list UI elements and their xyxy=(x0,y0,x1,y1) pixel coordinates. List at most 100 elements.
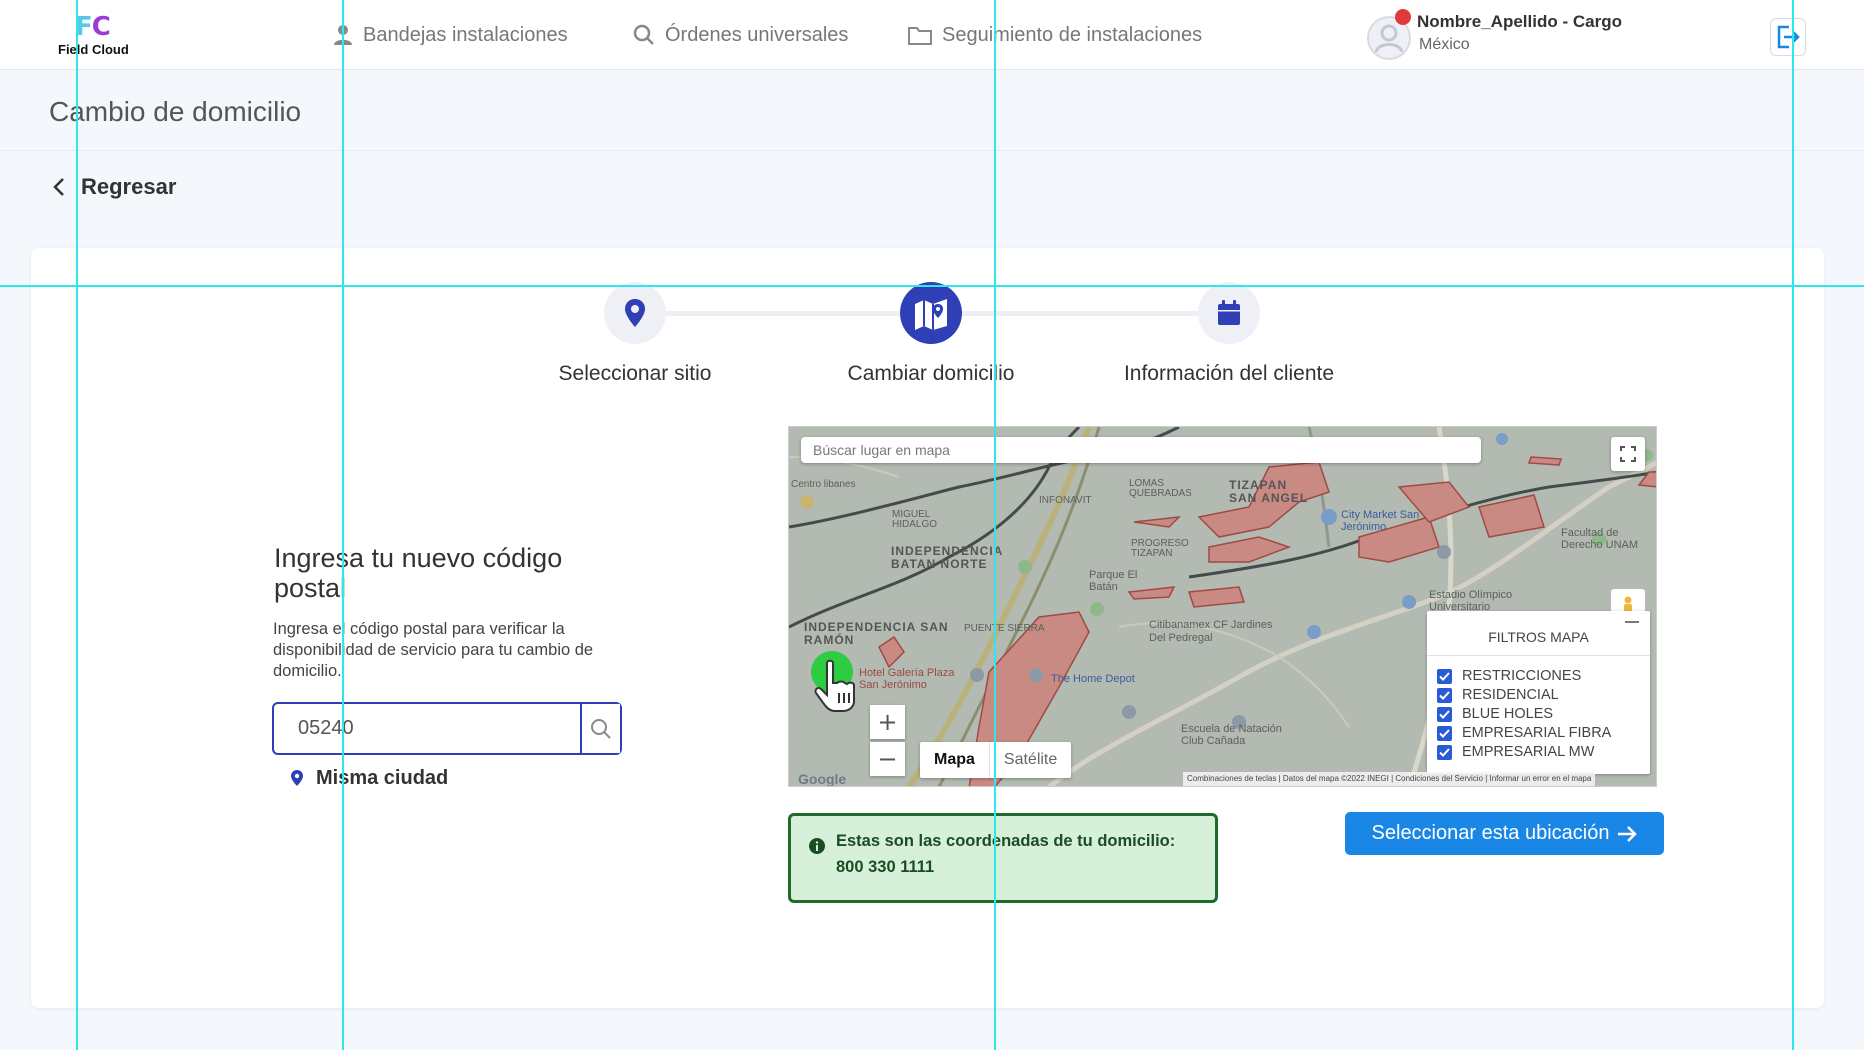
info-icon xyxy=(809,838,825,854)
map-label: PROGRESO TIZAPAN xyxy=(1131,538,1189,559)
same-city-label: Misma ciudad xyxy=(316,766,449,789)
guide-line xyxy=(0,285,1864,287)
arrow-right-icon xyxy=(1618,825,1638,842)
fullscreen-button[interactable] xyxy=(1611,437,1645,471)
zoom-in-button[interactable]: + xyxy=(870,705,905,739)
map-type-map-button[interactable]: Mapa xyxy=(920,742,990,778)
fullscreen-icon xyxy=(1620,446,1636,462)
filter-empresarial-mw[interactable]: EMPRESARIAL MW xyxy=(1437,743,1594,761)
checkbox-checked-icon xyxy=(1437,706,1452,722)
map-label: Facultad de Derecho UNAM xyxy=(1561,527,1639,551)
stepper-line xyxy=(666,311,926,316)
step-seleccionar-sitio[interactable] xyxy=(604,282,666,344)
step-informacion-cliente[interactable] xyxy=(1198,282,1260,344)
nav-label: Bandejas instalaciones xyxy=(363,23,568,46)
nav-bandejas-instalaciones[interactable]: Bandejas instalaciones xyxy=(333,20,568,50)
coordinates-title: Estas son las coordenadas de tu domicili… xyxy=(836,832,1176,850)
map-type-satellite-button[interactable]: Satélite xyxy=(990,742,1071,778)
folder-icon xyxy=(908,27,932,45)
filters-title: FILTROS MAPA xyxy=(1488,629,1589,645)
checkbox-checked-icon xyxy=(1437,744,1452,760)
zip-search-button[interactable] xyxy=(580,704,620,753)
nav-label: Órdenes universales xyxy=(665,23,849,46)
search-icon xyxy=(633,24,654,45)
filter-empresarial-fibra[interactable]: EMPRESARIAL FIBRA xyxy=(1437,724,1611,742)
map-label: MIGUEL HIDALGO xyxy=(892,509,938,530)
zip-search-box xyxy=(272,702,622,755)
filter-residencial[interactable]: RESIDENCIAL xyxy=(1437,686,1559,704)
filter-blue-holes[interactable]: BLUE HOLES xyxy=(1437,705,1553,723)
top-header: FC Field Cloud Bandejas instalaciones Ór… xyxy=(0,0,1864,70)
search-icon xyxy=(591,718,611,739)
user-name: Nombre_Apellido - Cargo xyxy=(1417,12,1622,31)
step-cambiar-domicilio[interactable] xyxy=(900,282,962,344)
checkbox-checked-icon xyxy=(1437,725,1452,741)
map-label: Escuela de Natación Club Cañada xyxy=(1181,723,1282,747)
filter-label: RESTRICCIONES xyxy=(1462,668,1582,684)
user-country: México xyxy=(1419,36,1470,53)
filter-restricciones[interactable]: RESTRICCIONES xyxy=(1437,667,1581,685)
logo-mark: FC xyxy=(75,12,111,42)
guide-line xyxy=(76,0,78,1050)
filter-label: EMPRESARIAL FIBRA xyxy=(1462,725,1612,741)
map-view[interactable]: Centro libanes INFONAVIT MIGUEL HIDALGO … xyxy=(788,426,1657,787)
map-label: TIZAPAN SAN ANGEL xyxy=(1229,478,1309,505)
zoom-out-button[interactable]: − xyxy=(870,742,905,776)
guide-line xyxy=(994,0,996,1050)
logout-button[interactable] xyxy=(1770,18,1806,56)
map-label: City Market San Jerónimo xyxy=(1341,509,1420,533)
map-label: INFONAVIT xyxy=(1039,495,1092,506)
filters-minimize-button[interactable] xyxy=(1625,621,1639,623)
map-label: INDEPENDENCIA SAN RAMÓN xyxy=(804,620,949,647)
filters-divider xyxy=(1427,655,1650,656)
calendar-icon xyxy=(1218,300,1240,325)
step-label: Cambiar domicilio xyxy=(847,362,1015,385)
checkbox-checked-icon xyxy=(1437,668,1452,684)
logo-name: Field Cloud xyxy=(58,42,129,57)
map-label: The Home Depot xyxy=(1051,673,1135,685)
chevron-left-icon xyxy=(53,178,64,196)
back-label: Regresar xyxy=(81,174,177,199)
map-label: Parque El Batán xyxy=(1089,569,1138,593)
step-label: Seleccionar sitio xyxy=(558,362,712,385)
step-label: Información del cliente xyxy=(1123,362,1335,385)
nav-ordenes-universales[interactable]: Órdenes universales xyxy=(633,20,848,50)
filter-label: RESIDENCIAL xyxy=(1462,687,1559,703)
map-label: Citibanamex CF Jardines Del Pedregal xyxy=(1149,619,1273,644)
map-pin-icon xyxy=(625,299,645,327)
notification-badge xyxy=(1395,9,1411,25)
title-divider xyxy=(0,150,1864,151)
select-location-label: Seleccionar esta ubicación xyxy=(1371,822,1610,844)
map-label: Centro libanes xyxy=(791,479,856,490)
map-pin-icon xyxy=(291,770,303,786)
zip-input[interactable] xyxy=(274,704,579,753)
guide-line xyxy=(342,0,344,1050)
zip-description: Ingresa el código postal para verificar … xyxy=(273,620,594,680)
nav-label: Seguimiento de instalaciones xyxy=(942,23,1203,46)
user-profile[interactable]: Nombre_Apellido - Cargo México xyxy=(1367,9,1657,60)
filter-label: BLUE HOLES xyxy=(1462,706,1554,722)
hand-cursor-icon xyxy=(814,659,855,712)
google-logo: Google xyxy=(798,771,847,787)
map-filters-panel: FILTROS MAPA RESTRICCIONES RESIDENCIAL B… xyxy=(1427,611,1650,774)
map-label: Hotel Galería Plaza San Jerónimo xyxy=(859,667,955,691)
back-button[interactable]: Regresar xyxy=(53,172,176,202)
logout-icon xyxy=(1777,25,1800,49)
map-label: INDEPENDENCIA BATAN NORTE xyxy=(891,544,1003,571)
coordinates-alert: Estas son las coordenadas de tu domicili… xyxy=(788,813,1218,903)
filter-label: EMPRESARIAL MW xyxy=(1462,744,1595,760)
map-label: LOMAS QUEBRADAS xyxy=(1129,478,1192,499)
coordinates-value: 800 330 1111 xyxy=(836,858,935,876)
map-icon xyxy=(915,299,947,330)
checkbox-checked-icon xyxy=(1437,687,1452,703)
same-city-indicator: Misma ciudad xyxy=(290,764,448,792)
map-search-input[interactable]: Búscar lugar en mapa xyxy=(801,437,1481,463)
guide-line xyxy=(1792,0,1794,1050)
zip-title: Ingresa tu nuevo código postal xyxy=(274,543,563,603)
map-attribution[interactable]: Combinaciones de teclas | Datos del mapa… xyxy=(1183,772,1596,786)
map-label: Estadio Olímpico Universitario xyxy=(1429,589,1513,613)
page-title: Cambio de domicilio xyxy=(49,96,302,127)
select-location-button[interactable]: Seleccionar esta ubicación xyxy=(1345,812,1664,855)
nav-seguimiento-instalaciones[interactable]: Seguimiento de instalaciones xyxy=(908,20,1202,50)
field-cloud-logo[interactable]: FC Field Cloud xyxy=(55,10,155,60)
